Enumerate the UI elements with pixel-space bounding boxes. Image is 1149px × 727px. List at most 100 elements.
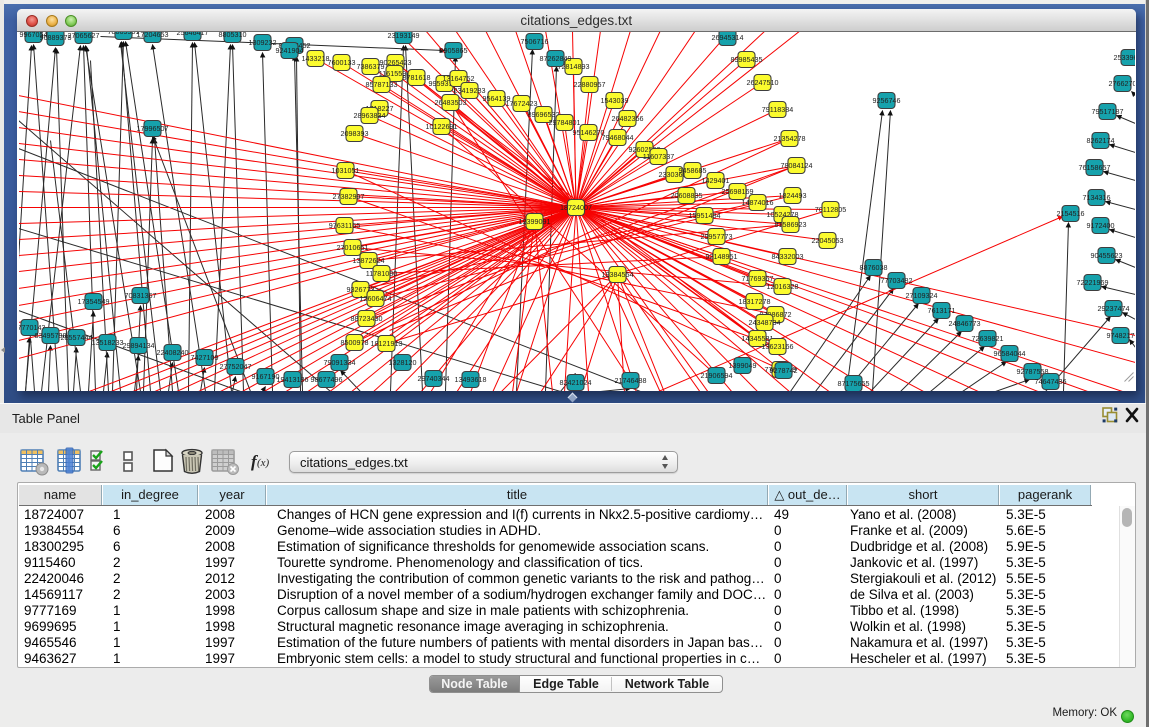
svg-text:21746488: 21746488 [614, 376, 646, 385]
svg-text:78069901: 78069901 [107, 32, 139, 36]
svg-text:97631165: 97631165 [328, 221, 359, 230]
svg-text:76158657: 76158657 [1078, 163, 1110, 172]
svg-text:9905865: 9905865 [439, 46, 467, 55]
svg-text:78084124: 78084124 [780, 161, 812, 170]
svg-text:26247510: 26247510 [746, 78, 778, 87]
svg-text:17996507: 17996507 [136, 124, 168, 133]
svg-text:23193149: 23193149 [387, 32, 419, 40]
svg-text:85787133: 85787133 [365, 80, 397, 89]
svg-text:72221969: 72221969 [1076, 278, 1108, 287]
svg-text:19384554: 19384554 [601, 270, 633, 279]
svg-text:84332003: 84332003 [771, 252, 803, 261]
svg-text:21906594: 21906594 [700, 371, 732, 380]
svg-text:20608835: 20608835 [670, 191, 702, 200]
svg-text:79091334: 79091334 [323, 358, 355, 367]
svg-text:2766270: 2766270 [1108, 79, 1134, 88]
svg-text:9748217: 9748217 [1106, 331, 1134, 340]
svg-text:27752047: 27752047 [219, 362, 251, 371]
svg-text:17354549: 17354549 [77, 297, 109, 306]
svg-text:1543039: 1543039 [600, 96, 628, 105]
svg-text:12606474: 12606474 [359, 294, 391, 303]
svg-text:9278742: 9278742 [769, 366, 797, 375]
svg-text:19399091: 19399091 [518, 217, 550, 226]
svg-text:1399049: 1399049 [728, 361, 756, 370]
svg-text:13623166: 13623166 [761, 342, 793, 351]
svg-text:18317278: 18317278 [738, 297, 770, 306]
svg-text:21354278: 21354278 [773, 134, 805, 143]
svg-text:74647436: 74647436 [1034, 377, 1066, 386]
svg-text:15951484: 15951484 [688, 211, 720, 220]
svg-text:7600133: 7600133 [327, 58, 355, 67]
svg-text:90455623: 90455623 [1090, 251, 1122, 260]
svg-text:96584044: 96584044 [993, 349, 1025, 358]
svg-text:95146270: 95146270 [572, 128, 604, 137]
svg-text:8805310: 8805310 [218, 32, 246, 39]
svg-text:87262849: 87262849 [539, 54, 571, 63]
svg-text:28963834: 28963834 [353, 111, 385, 120]
svg-text:70112805: 70112805 [814, 205, 845, 214]
svg-text:8500978: 8500978 [340, 338, 368, 347]
svg-text:14874016: 14874016 [741, 198, 773, 207]
svg-text:7427109: 7427109 [190, 353, 218, 362]
svg-text:26945314: 26945314 [711, 33, 743, 42]
svg-text:92148951: 92148951 [705, 252, 737, 261]
svg-text:8781618: 8781618 [402, 73, 430, 82]
svg-text:27382997: 27382997 [332, 192, 364, 201]
svg-text:88723430: 88723430 [350, 314, 382, 323]
svg-text:79118384: 79118384 [761, 105, 792, 114]
svg-text:24846773: 24846773 [948, 319, 980, 328]
svg-text:27010651: 27010651 [336, 243, 368, 252]
svg-text:87175655: 87175655 [837, 379, 869, 388]
svg-text:9256746: 9256746 [872, 96, 900, 105]
svg-text:(x): (x) [257, 457, 270, 469]
svg-text:13872624: 13872624 [352, 256, 384, 265]
svg-text:82421024: 82421024 [559, 378, 591, 387]
svg-text:1031051: 1031051 [331, 166, 359, 175]
svg-text:24348734: 24348734 [748, 318, 780, 327]
svg-text:2154516: 2154516 [1056, 209, 1084, 218]
svg-text:79517187: 79517187 [1091, 107, 1123, 116]
svg-text:89985435: 89985435 [730, 55, 762, 64]
svg-text:12016328: 12016328 [766, 282, 798, 291]
svg-text:77703482: 77703482 [880, 276, 912, 285]
svg-text:29784801: 29784801 [548, 118, 580, 127]
svg-text:1309232: 1309232 [248, 38, 276, 47]
svg-text:29237474: 29237474 [1097, 304, 1129, 313]
svg-text:13164752: 13164752 [442, 74, 474, 83]
svg-text:7613171: 7613171 [927, 306, 955, 315]
svg-text:8876038: 8876038 [859, 263, 887, 272]
svg-text:7134316: 7134316 [1082, 193, 1110, 202]
svg-text:18724007: 18724007 [560, 203, 592, 212]
svg-text:11607337: 11607337 [642, 152, 673, 161]
svg-text:10122691: 10122691 [425, 122, 457, 131]
svg-text:1328120: 1328120 [388, 358, 416, 367]
svg-text:9241904: 9241904 [275, 46, 303, 55]
svg-text:26482366: 26482366 [611, 114, 643, 123]
svg-text:13518233: 13518233 [91, 338, 123, 347]
svg-text:27065627: 27065627 [67, 32, 99, 40]
svg-text:28557444: 28557444 [60, 333, 92, 342]
svg-text:11781080: 11781080 [365, 269, 396, 278]
svg-text:29957773: 29957773 [700, 232, 732, 241]
svg-text:8262174: 8262174 [1086, 136, 1114, 145]
svg-text:19413186: 19413186 [276, 375, 308, 384]
svg-text:98677496: 98677496 [310, 375, 342, 384]
svg-text:17672423: 17672423 [505, 99, 537, 108]
svg-text:29894134: 29894134 [122, 341, 154, 350]
svg-text:1824493: 1824493 [778, 191, 806, 200]
svg-text:9167190: 9167190 [251, 372, 279, 381]
svg-text:79468044: 79468044 [601, 133, 633, 142]
svg-text:1429401: 1429401 [701, 176, 729, 185]
svg-text:2098393: 2098393 [340, 129, 368, 138]
svg-text:1433218: 1433218 [301, 54, 329, 63]
svg-text:27109324: 27109324 [905, 291, 937, 300]
svg-text:17204653: 17204653 [136, 32, 168, 39]
svg-text:9458685: 9458685 [678, 166, 706, 175]
svg-text:22045053: 22045053 [811, 236, 843, 245]
svg-text:26483503: 26483503 [434, 98, 466, 107]
svg-text:22408240: 22408240 [156, 348, 188, 357]
svg-text:9172400: 9172400 [1086, 221, 1114, 230]
svg-text:18121913: 18121913 [370, 339, 402, 348]
svg-text:70831367: 70831367 [124, 291, 156, 300]
svg-text:25646417: 25646417 [176, 32, 208, 37]
